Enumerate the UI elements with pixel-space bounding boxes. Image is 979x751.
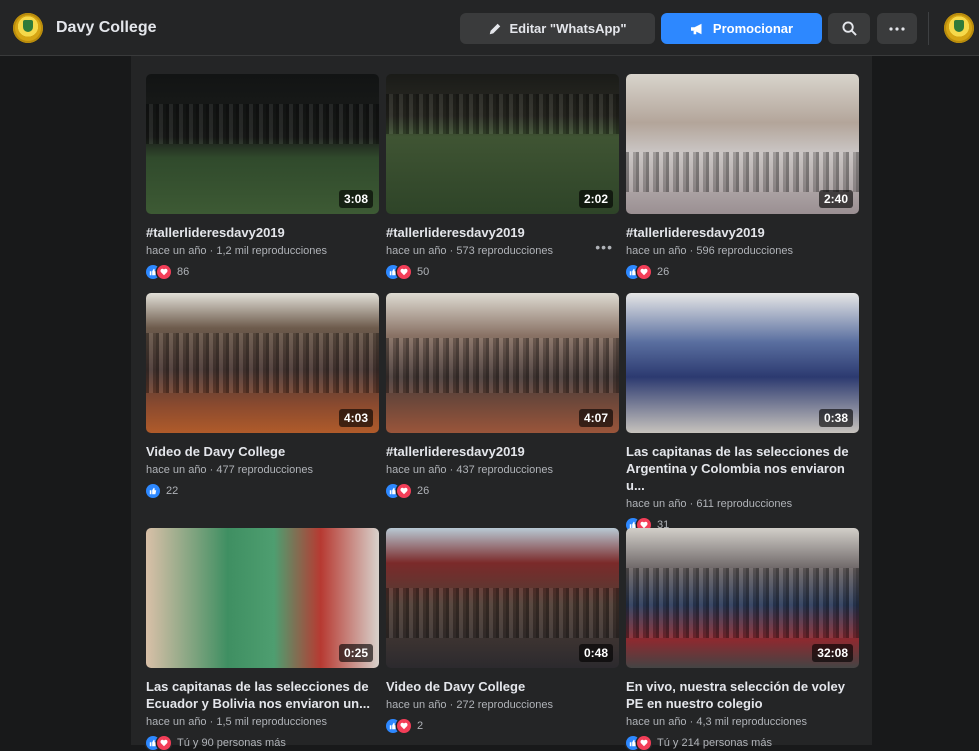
reaction-count: 26: [657, 266, 670, 278]
video-meta: hace un año · 477 reproducciones: [146, 464, 313, 476]
video-card[interactable]: 3:08 #tallerlideresdavy2019 hace un año …: [146, 74, 379, 280]
videos-grid: 3:08 #tallerlideresdavy2019 hace un año …: [131, 56, 872, 750]
video-thumbnail[interactable]: 4:07: [386, 293, 619, 433]
more-horizontal-icon: [889, 26, 905, 31]
video-thumbnail[interactable]: 32:08: [626, 528, 859, 668]
edit-whatsapp-label: Editar "WhatsApp": [509, 21, 627, 36]
video-title[interactable]: Video de Davy College: [146, 443, 379, 460]
header-divider: [928, 12, 929, 45]
page-name[interactable]: Davy College: [56, 19, 156, 37]
video-card[interactable]: 0:25 Las capitanas de las selecciones de…: [146, 528, 379, 751]
promote-label: Promocionar: [712, 21, 794, 36]
search-button[interactable]: [828, 13, 870, 44]
reaction-summary[interactable]: 50: [386, 264, 619, 280]
reaction-count: 50: [417, 266, 430, 278]
love-reaction-icon: [397, 265, 411, 279]
video-thumbnail[interactable]: 3:08: [146, 74, 379, 214]
video-title[interactable]: Video de Davy College: [386, 678, 619, 695]
reaction-summary[interactable]: 86: [146, 264, 379, 280]
reaction-count: Tú y 90 personas más: [177, 737, 286, 749]
video-duration: 0:38: [818, 409, 853, 427]
video-duration: 0:25: [338, 644, 373, 662]
video-duration: 3:08: [338, 190, 373, 208]
love-reaction-icon: [397, 484, 411, 498]
video-title[interactable]: En vivo, nuestra selección de voley PE e…: [626, 678, 859, 712]
video-duration: 2:02: [578, 190, 613, 208]
video-meta: hace un año · 1,2 mil reproducciones: [146, 245, 328, 257]
edit-whatsapp-button[interactable]: Editar "WhatsApp": [460, 13, 655, 44]
video-thumbnail[interactable]: 0:25: [146, 528, 379, 668]
video-thumbnail[interactable]: 4:03: [146, 293, 379, 433]
reaction-summary[interactable]: Tú y 214 personas más: [626, 735, 859, 751]
video-duration: 0:48: [578, 644, 613, 662]
reaction-count: 2: [417, 720, 424, 732]
reaction-summary[interactable]: 26: [626, 264, 859, 280]
love-reaction-icon: [637, 736, 651, 750]
love-reaction-icon: [637, 265, 651, 279]
video-card[interactable]: 32:08 En vivo, nuestra selección de vole…: [626, 528, 859, 751]
page-header: Davy College Editar "WhatsApp" Promocion…: [0, 0, 979, 56]
video-duration: 4:03: [338, 409, 373, 427]
video-meta: hace un año · 4,3 mil reproducciones: [626, 716, 808, 728]
video-meta: hace un año · 611 reproducciones: [626, 498, 793, 510]
more-options-button[interactable]: [877, 13, 917, 44]
video-title[interactable]: #tallerlideresdavy2019: [146, 224, 379, 241]
video-thumbnail[interactable]: 2:02: [386, 74, 619, 214]
video-meta: hace un año · 573 reproducciones: [386, 245, 553, 257]
love-reaction-icon: [397, 719, 411, 733]
video-card[interactable]: 4:07 #tallerlideresdavy2019 hace un año …: [386, 293, 619, 499]
video-title[interactable]: Las capitanas de las selecciones de Ecua…: [146, 678, 379, 712]
reaction-count: 26: [417, 485, 430, 497]
video-card[interactable]: 2:02 #tallerlideresdavy2019 hace un año …: [386, 74, 619, 280]
reaction-summary[interactable]: Tú y 90 personas más: [146, 735, 379, 751]
love-reaction-icon: [157, 265, 171, 279]
search-icon: [841, 21, 857, 36]
reaction-summary[interactable]: 22: [146, 483, 379, 499]
video-meta: hace un año · 596 reproducciones: [626, 245, 793, 257]
video-title[interactable]: #tallerlideresdavy2019: [386, 443, 619, 460]
video-title[interactable]: Las capitanas de las selecciones de Arge…: [626, 443, 859, 494]
video-duration: 4:07: [578, 409, 613, 427]
video-card[interactable]: 0:38 Las capitanas de las selecciones de…: [626, 293, 859, 533]
video-title[interactable]: #tallerlideresdavy2019: [386, 224, 619, 241]
video-duration: 2:40: [818, 190, 853, 208]
video-options-button[interactable]: •••: [595, 239, 613, 255]
love-reaction-icon: [157, 736, 171, 750]
video-card[interactable]: 2:40 #tallerlideresdavy2019 hace un año …: [626, 74, 859, 280]
video-card[interactable]: 4:03 Video de Davy College hace un año ·…: [146, 293, 379, 499]
video-meta: hace un año · 437 reproducciones: [386, 464, 553, 476]
video-meta: hace un año · 272 reproducciones: [386, 699, 553, 711]
like-reaction-icon: [146, 484, 160, 498]
megaphone-icon: [690, 23, 702, 34]
reaction-summary[interactable]: 26: [386, 483, 619, 499]
reaction-count: Tú y 214 personas más: [657, 737, 772, 749]
video-thumbnail[interactable]: 0:48: [386, 528, 619, 668]
video-thumbnail[interactable]: 0:38: [626, 293, 859, 433]
promote-button[interactable]: Promocionar: [661, 13, 822, 44]
reaction-count: 22: [166, 485, 179, 497]
video-title[interactable]: #tallerlideresdavy2019: [626, 224, 859, 241]
video-meta: hace un año · 1,5 mil reproducciones: [146, 716, 328, 728]
video-card[interactable]: 0:48 Video de Davy College hace un año ·…: [386, 528, 619, 734]
reaction-count: 86: [177, 266, 190, 278]
video-thumbnail[interactable]: 2:40: [626, 74, 859, 214]
video-duration: 32:08: [812, 644, 853, 662]
reaction-summary[interactable]: 2: [386, 718, 619, 734]
page-logo[interactable]: [13, 13, 43, 43]
pencil-icon: [490, 23, 501, 34]
profile-avatar[interactable]: [944, 13, 974, 43]
